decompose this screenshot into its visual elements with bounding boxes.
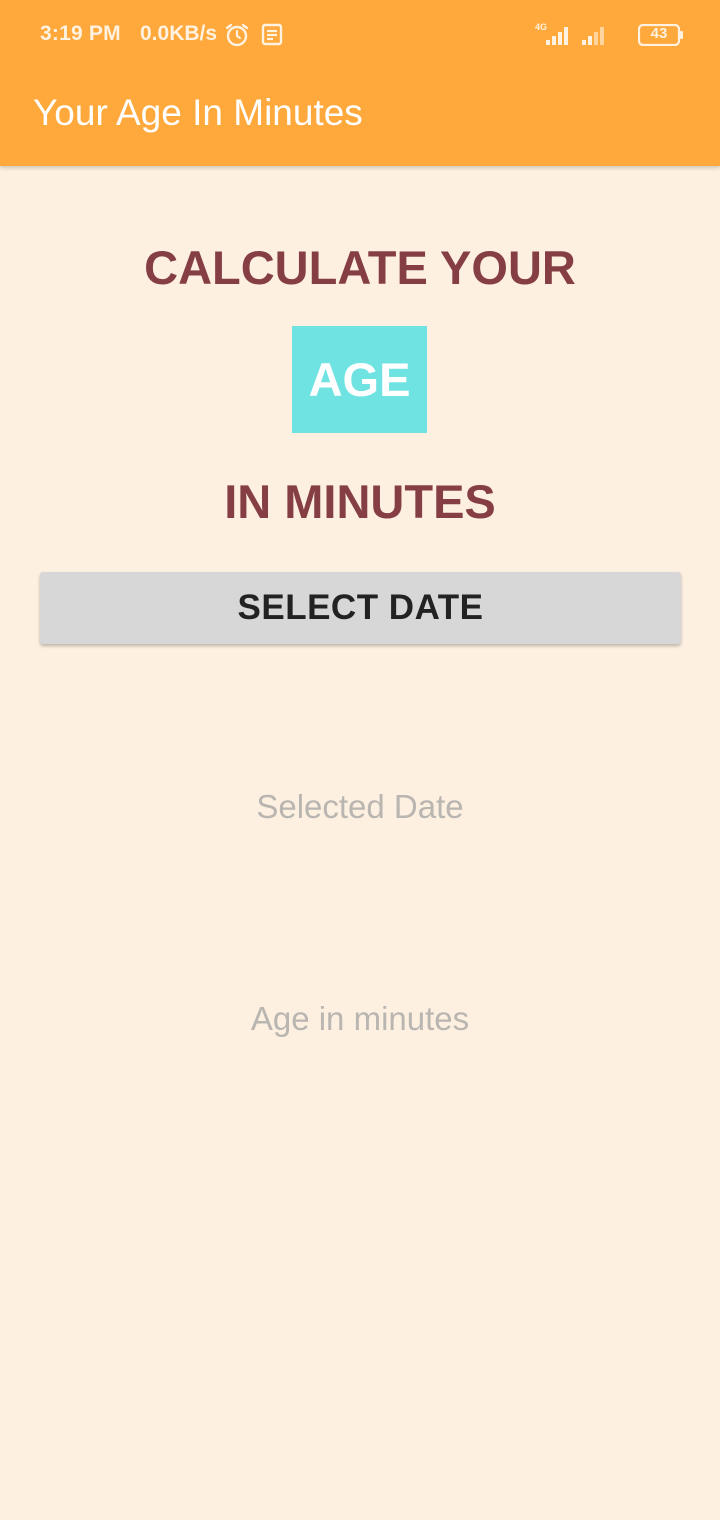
age-highlight-label: AGE xyxy=(308,353,411,406)
battery-icon: 43 xyxy=(638,24,684,46)
battery-level: 43 xyxy=(650,25,668,42)
status-net-speed: 0.0KB/s xyxy=(140,22,218,45)
status-time: 3:19 PM xyxy=(40,22,121,45)
status-right-group: 4G 43 xyxy=(534,20,684,50)
age-in-minutes-text: Age in minutes xyxy=(250,1000,470,1037)
age-highlight-box: AGE xyxy=(292,326,427,433)
news-icon xyxy=(260,23,286,49)
signal-4g-icon: 4G xyxy=(534,20,574,53)
alarm-clock-icon xyxy=(224,22,250,48)
select-date-button[interactable]: SELECT DATE xyxy=(40,572,681,644)
signal-icon xyxy=(580,20,612,53)
heading-in-minutes: IN MINUTES xyxy=(224,475,496,528)
app-bar-title: Your Age In Minutes xyxy=(33,92,363,133)
status-bar: 3:19 PM 0.0KB/s 4G 43 xyxy=(0,0,720,70)
network-type-label: 4G xyxy=(535,22,547,32)
app-bar: 3:19 PM 0.0KB/s 4G 43 Your Age In Minute… xyxy=(0,0,720,166)
heading-calculate-your: CALCULATE YOUR xyxy=(144,241,576,294)
selected-date-text: Selected Date xyxy=(256,788,464,825)
